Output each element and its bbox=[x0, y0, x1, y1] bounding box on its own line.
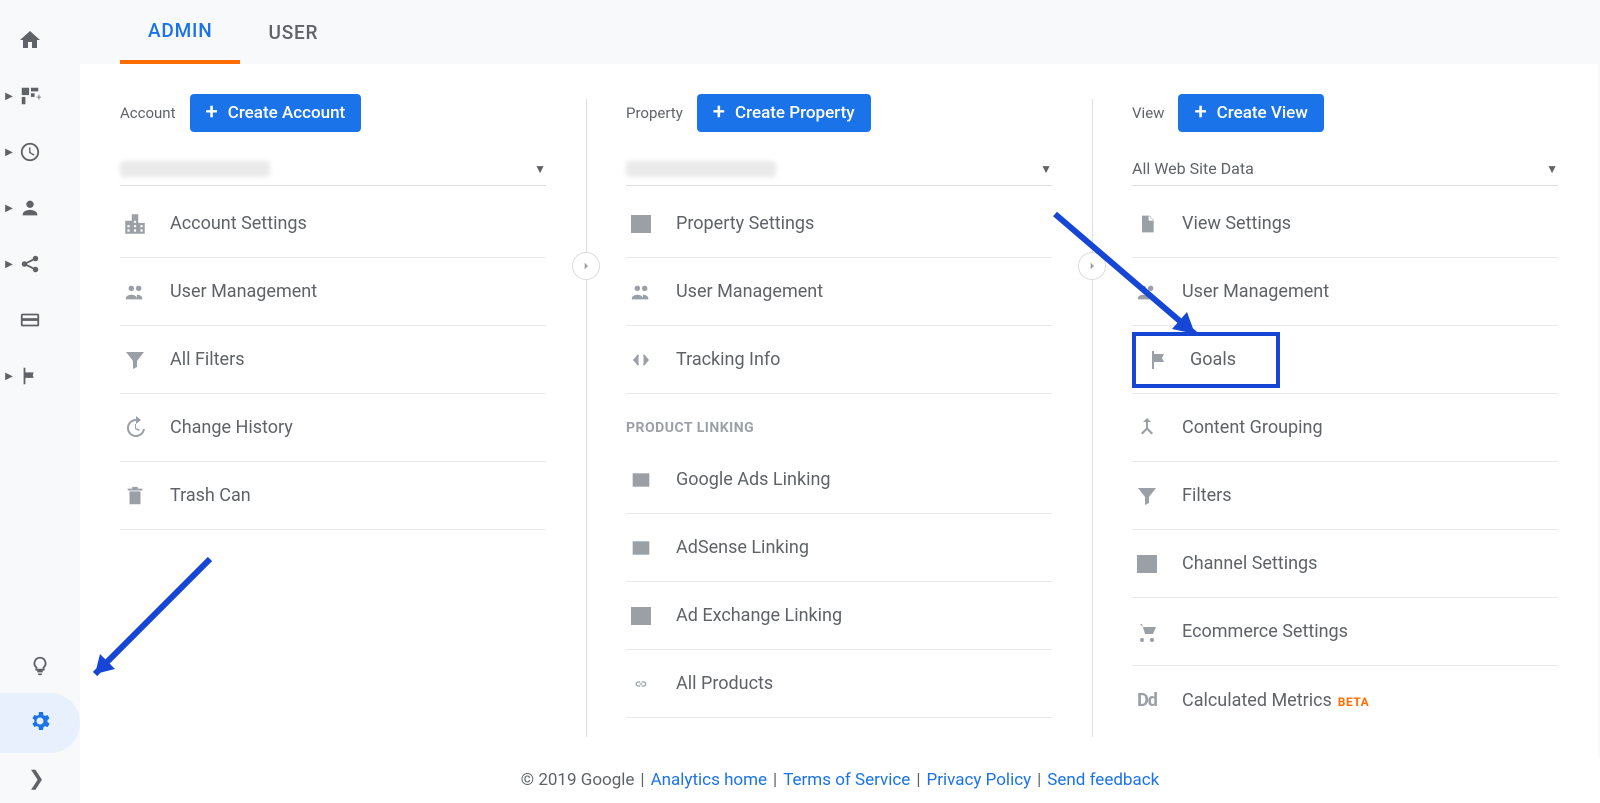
view-content-grouping[interactable]: Content Grouping bbox=[1132, 394, 1558, 462]
code-icon bbox=[626, 350, 656, 370]
property-settings[interactable]: Property Settings bbox=[626, 190, 1052, 258]
copy-view-button[interactable] bbox=[1078, 252, 1106, 280]
people-icon bbox=[1132, 281, 1162, 303]
property-adsense-linking[interactable]: AdSense Linking bbox=[626, 514, 1052, 582]
dd-icon: Dd bbox=[1132, 690, 1162, 711]
page-footer: © 2019 Google | Analytics home | Terms o… bbox=[80, 757, 1600, 803]
clock-icon bbox=[18, 140, 42, 164]
view-settings[interactable]: View Settings bbox=[1132, 190, 1558, 258]
product-linking-header: PRODUCT LINKING bbox=[626, 394, 1052, 446]
nav-conversions[interactable]: ▶ bbox=[0, 348, 80, 404]
people-icon bbox=[626, 281, 656, 303]
nav-behavior[interactable]: ▶ bbox=[0, 292, 80, 348]
view-filters[interactable]: Filters bbox=[1132, 462, 1558, 530]
layout-icon bbox=[626, 604, 656, 628]
nav-admin[interactable] bbox=[0, 693, 80, 753]
footer-privacy[interactable]: Privacy Policy bbox=[926, 770, 1031, 790]
account-all-filters[interactable]: All Filters bbox=[120, 326, 546, 394]
nav-discover[interactable] bbox=[0, 643, 80, 693]
flag-icon bbox=[1144, 348, 1174, 372]
lightbulb-icon bbox=[29, 655, 51, 681]
link-icon bbox=[626, 676, 656, 692]
footer-feedback[interactable]: Send feedback bbox=[1047, 770, 1159, 790]
view-selector[interactable]: All Web Site Data▼ bbox=[1132, 152, 1558, 186]
property-google-ads-linking[interactable]: Google Ads Linking bbox=[626, 446, 1052, 514]
merge-icon bbox=[1132, 416, 1162, 440]
create-property-button[interactable]: + Create Property bbox=[697, 94, 871, 132]
property-user-management[interactable]: User Management bbox=[626, 258, 1052, 326]
account-label: Account bbox=[120, 104, 176, 122]
funnel-icon bbox=[120, 348, 150, 372]
tab-user[interactable]: USER bbox=[240, 0, 346, 64]
view-goals[interactable]: Goals bbox=[1132, 326, 1558, 394]
property-selector[interactable]: ▼ bbox=[626, 152, 1052, 186]
home-icon bbox=[18, 28, 42, 52]
nav-customization[interactable]: ▶ + bbox=[0, 68, 80, 124]
property-tracking-info[interactable]: Tracking Info bbox=[626, 326, 1052, 394]
create-view-button[interactable]: + Create View bbox=[1178, 94, 1323, 132]
footer-copyright: © 2019 Google bbox=[521, 770, 635, 790]
swap-icon bbox=[1132, 552, 1162, 576]
footer-analytics-home[interactable]: Analytics home bbox=[651, 770, 767, 790]
column-view: View + Create View All Web Site Data▼ Vi… bbox=[1092, 64, 1598, 757]
create-account-button[interactable]: + Create Account bbox=[190, 94, 362, 132]
account-selector[interactable]: ▼ bbox=[120, 152, 546, 186]
account-settings[interactable]: Account Settings bbox=[120, 190, 546, 258]
account-trash-can[interactable]: Trash Can bbox=[120, 462, 546, 530]
card-icon bbox=[18, 308, 42, 332]
nav-realtime[interactable]: ▶ bbox=[0, 124, 80, 180]
property-all-products[interactable]: All Products bbox=[626, 650, 1052, 718]
chevron-right-icon: ❯ bbox=[28, 766, 45, 790]
view-calculated-metrics[interactable]: Dd Calculated MetricsBETA bbox=[1132, 666, 1558, 734]
copy-property-button[interactable] bbox=[572, 252, 600, 280]
beta-badge: BETA bbox=[1338, 695, 1369, 709]
footer-terms[interactable]: Terms of Service bbox=[783, 770, 910, 790]
admin-user-tabs: ADMIN USER bbox=[80, 0, 1600, 64]
dashboard-icon: + bbox=[18, 84, 42, 108]
flag-icon bbox=[18, 364, 42, 388]
view-user-management[interactable]: User Management bbox=[1132, 258, 1558, 326]
people-icon bbox=[120, 281, 150, 303]
property-label: Property bbox=[626, 104, 683, 122]
nav-home[interactable]: ▶ bbox=[0, 12, 80, 68]
tab-admin[interactable]: ADMIN bbox=[120, 0, 240, 64]
layout-icon bbox=[626, 212, 656, 236]
column-account: Account + Create Account ▼ Account Setti… bbox=[80, 64, 586, 757]
view-label: View bbox=[1132, 104, 1164, 122]
adsense-icon bbox=[626, 538, 656, 558]
account-user-management[interactable]: User Management bbox=[120, 258, 546, 326]
cart-icon bbox=[1132, 620, 1162, 644]
funnel-icon bbox=[1132, 484, 1162, 508]
nav-audience[interactable]: ▶ bbox=[0, 180, 80, 236]
ads-icon bbox=[626, 470, 656, 490]
caret-down-icon: ▼ bbox=[534, 162, 546, 176]
svg-text:+: + bbox=[36, 94, 41, 104]
share-icon bbox=[18, 252, 42, 276]
view-channel-settings[interactable]: Channel Settings bbox=[1132, 530, 1558, 598]
person-icon bbox=[18, 196, 42, 220]
gear-icon bbox=[28, 709, 52, 737]
caret-down-icon: ▼ bbox=[1546, 162, 1558, 176]
left-sidebar: ▶ ▶ + ▶ ▶ ▶ bbox=[0, 0, 80, 803]
column-property: Property + Create Property ▼ Property Se… bbox=[586, 64, 1092, 757]
view-ecommerce-settings[interactable]: Ecommerce Settings bbox=[1132, 598, 1558, 666]
page-icon bbox=[1132, 211, 1162, 237]
trash-icon bbox=[120, 484, 150, 508]
nav-acquisition[interactable]: ▶ bbox=[0, 236, 80, 292]
property-ad-exchange-linking[interactable]: Ad Exchange Linking bbox=[626, 582, 1052, 650]
building-icon bbox=[120, 211, 150, 237]
history-icon bbox=[120, 416, 150, 440]
caret-down-icon: ▼ bbox=[1040, 162, 1052, 176]
nav-expand-toggle[interactable]: ❯ bbox=[0, 753, 80, 803]
account-change-history[interactable]: Change History bbox=[120, 394, 546, 462]
